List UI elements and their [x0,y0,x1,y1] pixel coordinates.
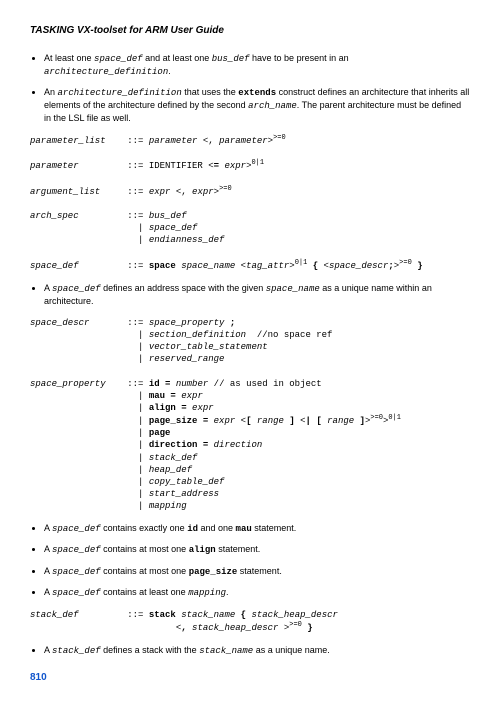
code-span: space_name [266,284,320,294]
text: contains at least one [101,587,189,597]
grammar-block-3: stack_def ::= stack stack_name { stack_h… [30,609,470,634]
text: At least one [44,53,94,63]
text: contains exactly one [101,523,188,533]
code-span: stack_name [199,646,253,656]
text: A [44,283,52,293]
text: as a unique name. [253,645,330,655]
text: have to be present in an [250,53,349,63]
code-span: space_def [52,545,101,555]
text: defines an address space with the given [101,283,266,293]
text: . [168,66,171,76]
grammar-block-2: space_descr ::= space_property ; | secti… [30,317,470,512]
keyword: page_size [189,567,238,577]
text: contains at most one [101,566,189,576]
text: contains at most one [101,544,189,554]
code-span: space_def [52,284,101,294]
keyword: extends [238,88,276,98]
code-span: space_def [52,567,101,577]
text: defines a stack with the [101,645,200,655]
text: A [44,645,52,655]
keyword: mau [236,524,252,534]
code-span: stack_def [52,646,101,656]
code-span: architecture_definition [44,67,168,77]
grammar-block-1: parameter_list ::= parameter <, paramete… [30,134,470,272]
list-item: A space_def contains at least one mappin… [44,586,470,599]
code-span: space_def [52,588,101,598]
bullet-list-2: A space_def defines an address space wit… [30,282,470,307]
code-span: space_def [52,524,101,534]
list-item: A space_def contains exactly one id and … [44,522,470,535]
keyword: align [189,545,216,555]
code-span: mapping [188,588,226,598]
text: An [44,87,58,97]
code-span: bus_def [212,54,250,64]
text: . [226,587,229,597]
text: and at least one [143,53,212,63]
text: that uses the [182,87,239,97]
text: statement. [252,523,297,533]
page-number: 810 [30,671,470,685]
list-item: A space_def defines an address space wit… [44,282,470,307]
list-item: An architecture_definition that uses the… [44,86,470,124]
page-header: TASKING VX-toolset for ARM User Guide [30,24,470,38]
list-item: A stack_def defines a stack with the sta… [44,644,470,657]
text: statement. [237,566,282,576]
bullet-list-3: A space_def contains exactly one id and … [30,522,470,599]
code-span: architecture_definition [58,88,182,98]
text: A [44,544,52,554]
code-span: space_def [94,54,143,64]
list-item: A space_def contains at most one align s… [44,543,470,556]
bullet-list-1: At least one space_def and at least one … [30,52,470,125]
text: A [44,566,52,576]
text: A [44,587,52,597]
bullet-list-4: A stack_def defines a stack with the sta… [30,644,470,657]
text: and one [198,523,236,533]
code-span: arch_name [248,101,297,111]
list-item: At least one space_def and at least one … [44,52,470,78]
text: statement. [216,544,261,554]
keyword: id [187,524,198,534]
list-item: A space_def contains at most one page_si… [44,565,470,578]
text: A [44,523,52,533]
